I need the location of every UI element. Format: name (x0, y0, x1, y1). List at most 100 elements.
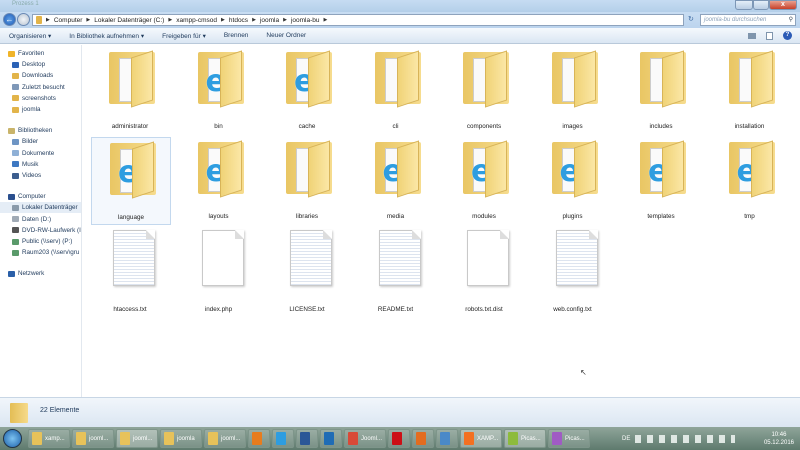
sidebar-item-icon (12, 161, 19, 168)
taskbar-button[interactable] (412, 429, 434, 448)
taskbar-button[interactable]: Picas... (548, 429, 590, 448)
sidebar-item[interactable]: Public (\\serv) (P:) (0, 236, 81, 247)
sidebar-item[interactable]: Raum203 (\\serv\gru (0, 247, 81, 258)
sidebar-item[interactable]: Computer (0, 191, 81, 202)
sidebar-item[interactable]: Netzwerk (0, 268, 81, 279)
sidebar-item[interactable]: Bibliotheken (0, 125, 81, 136)
file-item[interactable]: e language (91, 137, 171, 225)
chevron-right-icon[interactable]: ▶ (86, 17, 90, 23)
toolbar-button[interactable]: Neuer Ordner (266, 32, 306, 39)
toolbar-button[interactable]: Organisieren ▾ (9, 32, 51, 40)
sidebar-item[interactable]: screenshots (0, 93, 81, 104)
file-item[interactable]: installation (711, 47, 791, 135)
breadcrumb-item[interactable]: joomla (260, 17, 279, 24)
breadcrumb-item[interactable]: joomla-bu (291, 17, 320, 24)
taskbar-button[interactable] (272, 429, 294, 448)
sidebar-item[interactable]: joomla (0, 104, 81, 115)
file-item[interactable]: e modules (445, 137, 525, 225)
sidebar-item[interactable]: Musik (0, 159, 81, 170)
file-name: tmp (744, 213, 755, 220)
taskbar-button[interactable]: XAMP... (460, 429, 502, 448)
file-item[interactable]: htaccess.txt (91, 230, 171, 318)
taskbar-button[interactable]: jooml... (72, 429, 114, 448)
breadcrumb-item[interactable]: htdocs (229, 17, 248, 24)
file-item[interactable]: robots.txt.dist (445, 230, 525, 318)
file-item[interactable]: administrator (91, 47, 171, 135)
sidebar-item[interactable]: Lokaler Datenträger (0, 202, 81, 214)
breadcrumb-item[interactable]: Computer (54, 17, 83, 24)
chevron-right-icon[interactable]: ▶ (221, 17, 225, 23)
search-input[interactable]: joomla-bu durchsuchen ⚲ (700, 14, 796, 26)
file-item[interactable]: e cache (268, 47, 348, 135)
sidebar-item[interactable]: Daten (D:) (0, 214, 81, 225)
back-button[interactable]: ← (3, 13, 16, 26)
chevron-right-icon[interactable]: ▶ (283, 17, 287, 23)
file-item[interactable]: e bin (180, 47, 260, 135)
sidebar-item[interactable]: Dokumente (0, 148, 81, 159)
sidebar-item[interactable]: Desktop (0, 59, 81, 70)
taskbar-button[interactable] (248, 429, 270, 448)
sidebar-item[interactable]: Downloads (0, 70, 81, 81)
chevron-right-icon[interactable]: ▶ (46, 17, 50, 23)
file-name: media (386, 213, 405, 220)
file-item[interactable]: e tmp (711, 137, 791, 225)
file-item[interactable]: includes (622, 47, 702, 135)
minimize-button[interactable] (735, 0, 753, 10)
taskbar-button[interactable]: Jooml... (344, 429, 386, 448)
refresh-icon[interactable]: ↻ (688, 15, 694, 23)
address-bar[interactable]: ▶ Computer ▶ Lokaler Datenträger (C:) ▶ xampp… (32, 14, 684, 26)
file-item[interactable]: images (534, 47, 614, 135)
breadcrumb-item[interactable]: xampp-cmsod (176, 17, 217, 24)
forward-button[interactable] (17, 13, 30, 26)
folder-front (573, 50, 596, 108)
file-item[interactable]: index.php (180, 230, 260, 318)
file-item[interactable]: e plugins (534, 137, 614, 225)
text-file-icon (113, 230, 155, 286)
sidebar-item[interactable]: Zuletzt besucht (0, 82, 81, 93)
status-bar: 22 Elemente (0, 397, 800, 427)
taskbar-button[interactable] (388, 429, 410, 448)
start-button[interactable] (3, 429, 22, 448)
file-item[interactable]: e templates (622, 137, 702, 225)
sidebar-item[interactable]: Bilder (0, 136, 81, 147)
taskbar-button[interactable]: joomla (160, 429, 202, 448)
taskbar-button[interactable] (320, 429, 342, 448)
file-item[interactable]: LICENSE.txt (268, 230, 348, 318)
folder-icon (728, 50, 775, 108)
clock[interactable]: 10:46 05.12.2016 (764, 431, 794, 447)
taskbar-button[interactable] (296, 429, 318, 448)
taskbar-button[interactable] (436, 429, 458, 448)
toolbar-button[interactable]: In Bibliothek aufnehmen ▾ (69, 32, 144, 40)
taskbar-button[interactable]: xamp... (28, 429, 70, 448)
close-button[interactable]: x (769, 0, 797, 10)
file-item[interactable]: e media (357, 137, 437, 225)
taskbar-button[interactable]: jooml... (204, 429, 246, 448)
sidebar-item-icon (8, 193, 15, 200)
file-item[interactable]: web.config.txt (534, 230, 614, 318)
taskbar-button[interactable]: jooml... (116, 429, 158, 448)
maximize-button[interactable] (753, 0, 769, 10)
file-item[interactable]: README.txt (357, 230, 437, 318)
toolbar-button[interactable]: Brennen (224, 32, 249, 39)
sidebar-item[interactable]: DVD-RW-Laufwerk (I (0, 225, 81, 236)
view-options-icon[interactable] (748, 32, 756, 39)
file-name: images (562, 123, 583, 130)
taskbar-button[interactable]: Picas... (504, 429, 546, 448)
file-item[interactable]: cli (357, 47, 437, 135)
file-item[interactable]: components (445, 47, 525, 135)
chevron-right-icon[interactable]: ▶ (252, 17, 256, 23)
folder-front (662, 140, 684, 198)
preview-pane-icon[interactable] (766, 31, 773, 40)
file-item[interactable]: libraries (268, 137, 348, 225)
sidebar-item[interactable]: Favoriten (0, 48, 81, 59)
breadcrumb-item[interactable]: Lokaler Datenträger (C:) (94, 17, 164, 24)
language-indicator[interactable]: DE (622, 436, 630, 442)
chevron-right-icon[interactable]: ▶ (168, 17, 172, 23)
sidebar-item[interactable]: Videos (0, 170, 81, 181)
search-icon[interactable]: ⚲ (789, 16, 793, 23)
tray-icons[interactable] (635, 434, 736, 443)
file-item[interactable]: e layouts (180, 137, 260, 225)
help-icon[interactable]: ? (783, 31, 792, 40)
chevron-right-icon[interactable]: ▶ (323, 17, 327, 23)
toolbar-button[interactable]: Freigeben für ▾ (162, 32, 206, 40)
